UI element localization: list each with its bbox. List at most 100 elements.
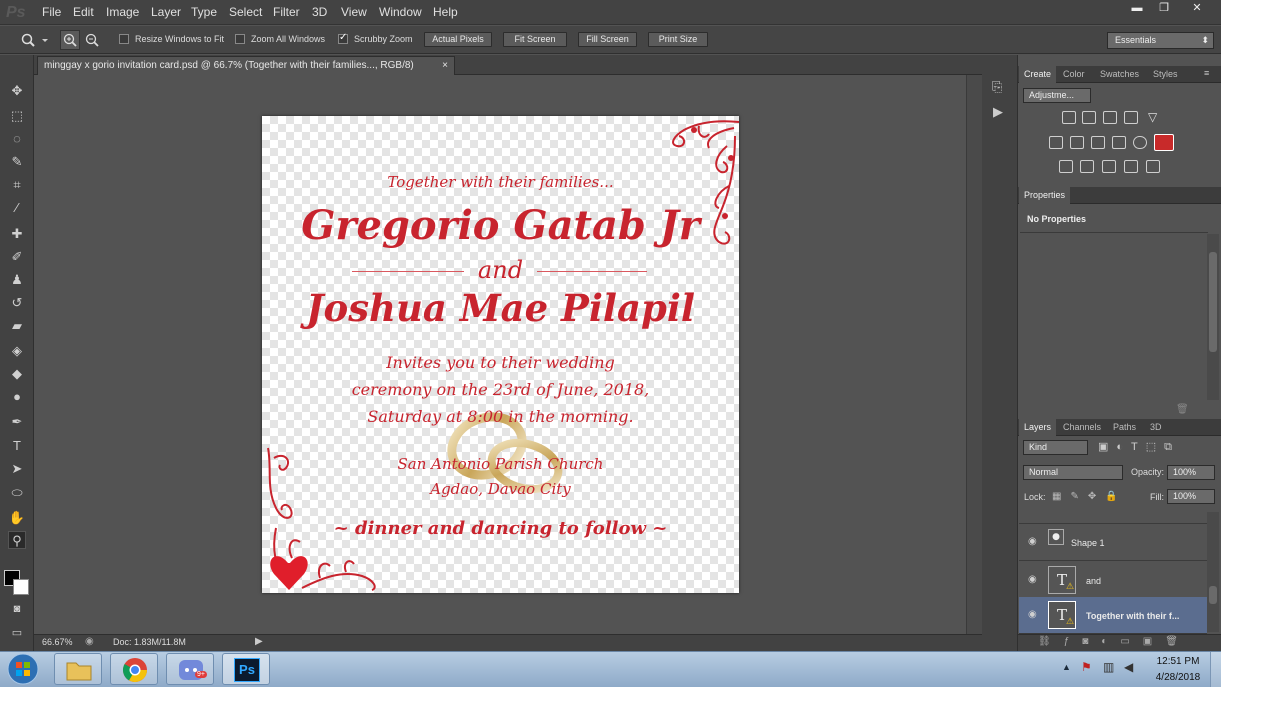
status-menu-arrow-icon[interactable]: ▶	[255, 636, 263, 647]
invitation-card-canvas[interactable]: Together with their families... Gregorio…	[262, 116, 739, 593]
tab-swatches[interactable]: Swatches	[1100, 66, 1139, 83]
taskbar-chrome[interactable]	[110, 653, 158, 685]
zoom-all-windows-checkbox[interactable]	[235, 34, 245, 44]
zoom-tool-icon[interactable]: ⚲	[8, 531, 26, 549]
brush-tool-icon[interactable]: ✐	[8, 248, 26, 266]
blur-tool-icon[interactable]: ◆	[8, 365, 26, 383]
minimize-icon[interactable]: ▬	[1124, 1, 1150, 16]
eyedropper-tool-icon[interactable]: ⁄	[8, 199, 26, 217]
tab-create[interactable]: Create	[1019, 66, 1057, 83]
healing-brush-tool-icon[interactable]: ✚	[8, 225, 26, 243]
crop-tool-icon[interactable]: ⌗	[8, 176, 26, 194]
pen-tool-icon[interactable]: ✒	[8, 413, 26, 431]
layer-name[interactable]: and	[1086, 576, 1101, 586]
layer-visibility-eye-icon[interactable]: ◉	[1028, 609, 1037, 620]
curves-icon[interactable]	[1103, 111, 1117, 124]
zoom-level[interactable]: 66.67%	[42, 637, 73, 647]
selective-color-icon[interactable]	[1146, 160, 1160, 173]
menu-window[interactable]: Window	[379, 5, 422, 19]
network-icon[interactable]: ▥	[1103, 660, 1114, 674]
tab-paths[interactable]: Paths	[1113, 419, 1136, 436]
clock-time[interactable]: 12:51 PM	[1152, 656, 1204, 667]
screen-mode-icon[interactable]: ▭	[8, 624, 26, 642]
show-hidden-icons[interactable]: ▲	[1062, 662, 1071, 672]
menu-3d[interactable]: 3D	[312, 5, 327, 19]
layer-name[interactable]: Shape 1	[1071, 538, 1105, 548]
windows-start-icon[interactable]	[5, 652, 41, 686]
opacity-input[interactable]: 100%	[1167, 465, 1215, 480]
black-white-icon[interactable]	[1091, 136, 1105, 149]
layer-name[interactable]: Together with their f...	[1086, 611, 1179, 621]
lasso-tool-icon[interactable]: ◌	[8, 130, 26, 148]
lock-options-icons[interactable]: ▦✎✥🔒	[1052, 491, 1127, 502]
properties-scroll-thumb[interactable]	[1209, 252, 1217, 352]
close-icon[interactable]: ✕	[1182, 1, 1212, 16]
zoom-tool-preset-icon[interactable]	[20, 32, 48, 48]
scrubby-zoom-checkbox[interactable]	[338, 32, 348, 44]
brightness-icon[interactable]	[1062, 111, 1076, 124]
vibrance-icon[interactable]: ▽	[1148, 110, 1157, 124]
layer-filter-icons[interactable]: ▣◐T⬚⧉	[1098, 440, 1180, 454]
zoom-out-icon[interactable]	[82, 30, 102, 50]
menu-file[interactable]: File	[42, 5, 61, 19]
quick-mask-icon[interactable]: ◙	[8, 600, 26, 618]
document-tab[interactable]: minggay x gorio invitation card.psd @ 66…	[37, 56, 455, 75]
background-color-swatch[interactable]	[13, 579, 29, 595]
path-selection-tool-icon[interactable]: ➤	[8, 460, 26, 478]
move-tool-icon[interactable]: ✥	[8, 82, 26, 100]
threshold-icon[interactable]	[1102, 160, 1116, 173]
menu-type[interactable]: Type	[191, 5, 217, 19]
history-brush-tool-icon[interactable]: ↺	[8, 294, 26, 312]
restore-icon[interactable]: ❐	[1151, 1, 1177, 16]
menu-layer[interactable]: Layer	[151, 5, 181, 19]
menu-filter[interactable]: Filter	[273, 5, 300, 19]
layer-visibility-eye-icon[interactable]: ◉	[1028, 536, 1037, 547]
ellipse-tool-icon[interactable]: ⬭	[8, 484, 26, 502]
clone-stamp-tool-icon[interactable]: ♟	[8, 271, 26, 289]
invert-icon[interactable]	[1059, 160, 1073, 173]
panel-menu-icon[interactable]: ≡	[1204, 68, 1209, 78]
gradient-map-icon[interactable]	[1124, 160, 1138, 173]
layer-filter-kind-select[interactable]: Kind	[1023, 440, 1088, 455]
tab-channels[interactable]: Channels	[1063, 419, 1101, 436]
show-desktop-button[interactable]	[1210, 652, 1221, 687]
layers-scroll-thumb[interactable]	[1209, 586, 1217, 604]
taskbar-discord[interactable]: 9+	[166, 653, 214, 685]
fit-screen-button[interactable]: Fit Screen	[503, 32, 567, 47]
photo-filter-icon[interactable]	[1112, 136, 1126, 149]
resize-windows-checkbox[interactable]	[119, 34, 129, 44]
tab-properties[interactable]: Properties	[1019, 187, 1071, 204]
quick-selection-tool-icon[interactable]: ✎	[8, 153, 26, 171]
canvas-vertical-scrollbar[interactable]	[966, 75, 982, 634]
blend-mode-select[interactable]: Normal	[1023, 465, 1123, 480]
paint-bucket-tool-icon[interactable]: ◈	[8, 342, 26, 360]
eraser-tool-icon[interactable]: ▰	[8, 317, 26, 335]
channel-mixer-icon[interactable]	[1133, 136, 1147, 149]
volume-icon[interactable]: ◀	[1124, 660, 1133, 674]
fill-screen-button[interactable]: Fill Screen	[578, 32, 637, 47]
menu-view[interactable]: View	[341, 5, 367, 19]
tab-3d[interactable]: 3D	[1150, 419, 1162, 436]
tab-styles[interactable]: Styles	[1153, 66, 1178, 83]
tab-layers[interactable]: Layers	[1019, 419, 1057, 436]
action-center-flag-icon[interactable]: ⚑	[1081, 660, 1092, 674]
color-balance-icon[interactable]	[1070, 136, 1084, 149]
actions-panel-icon[interactable]: ▶	[993, 104, 1003, 120]
posterize-icon[interactable]	[1080, 160, 1094, 173]
menu-help[interactable]: Help	[433, 5, 458, 19]
history-panel-icon[interactable]: ⎘	[992, 79, 1002, 95]
type-tool-icon[interactable]: T	[8, 437, 26, 455]
fill-input[interactable]: 100%	[1167, 489, 1215, 504]
exposure-icon[interactable]	[1124, 111, 1138, 124]
tab-close-icon[interactable]: ×	[442, 57, 448, 75]
delete-icon[interactable]: 🗑	[1176, 404, 1189, 415]
layers-scrollbar[interactable]	[1207, 512, 1219, 632]
dodge-tool-icon[interactable]: ●	[8, 388, 26, 406]
marquee-tool-icon[interactable]: ⬚	[8, 107, 26, 125]
zoom-in-icon[interactable]	[60, 30, 80, 50]
print-size-button[interactable]: Print Size	[648, 32, 708, 47]
color-lookup-icon[interactable]	[1154, 134, 1174, 151]
layer-visibility-eye-icon[interactable]: ◉	[1028, 574, 1037, 585]
hand-tool-icon[interactable]: ✋	[8, 509, 26, 527]
tab-color[interactable]: Color	[1063, 66, 1085, 83]
